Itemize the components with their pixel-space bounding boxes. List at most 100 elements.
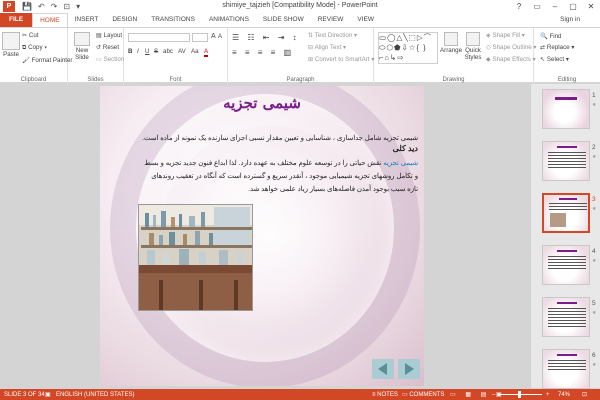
clipboard-group: Paste ✂ Cut ⧉ Copy ▾ 🖌 Format Painter Cl… (0, 28, 73, 84)
text-direction-button[interactable]: ⇅ Text Direction ▾ (308, 32, 357, 39)
select-label: Select (546, 56, 565, 63)
drawing-group: ▭◯△╲⬚▷⌒ ⬭⬡⬟⇩☆{ }⌐⌂↳⇨ Arrange Quick Style… (374, 28, 537, 84)
next-slide-action-button[interactable] (398, 359, 420, 379)
slide-counter: SLIDE 3 OF 34 (4, 391, 45, 398)
underline-button[interactable]: U (145, 48, 149, 55)
font-color-button[interactable]: A (204, 48, 209, 57)
redo-icon[interactable]: ↷ (51, 2, 58, 11)
quick-styles-button[interactable]: Quick Styles (462, 32, 484, 61)
format-painter-button[interactable]: 🖌 Format Painter (22, 56, 73, 64)
ribbon-display-icon[interactable]: ▭ (528, 0, 546, 13)
layout-button[interactable]: ▤ Layout (96, 32, 122, 39)
tab-animations[interactable]: ANIMATIONS (202, 13, 256, 27)
char-spacing-button[interactable]: AV (178, 48, 186, 55)
start-slideshow-icon[interactable]: ⊡ (63, 2, 70, 11)
notes-button[interactable]: ≡ NOTES (372, 392, 398, 398)
tab-slide-show[interactable]: SLIDE SHOW (256, 13, 311, 27)
tab-review[interactable]: REVIEW (311, 13, 351, 27)
laboratory-photo-illustration (139, 205, 252, 310)
slide-title[interactable]: شیمی تجزیه (100, 94, 424, 112)
reset-label: Reset (102, 44, 120, 51)
change-case-button[interactable]: Aa (191, 48, 199, 55)
section-button[interactable]: ▭ Section (96, 56, 124, 63)
transition-star-icon-6: ★ (592, 362, 597, 368)
align-text-button[interactable]: ⊟ Align Text ▾ (308, 44, 346, 51)
new-slide-button[interactable]: New Slide (71, 32, 93, 61)
language-indicator[interactable]: ENGLISH (UNITED STATES) (56, 392, 134, 398)
slide-number-2: 2 (592, 144, 596, 151)
zoom-level[interactable]: 74% (558, 392, 570, 398)
slide-thumbnail-1[interactable] (542, 89, 590, 129)
cut-button[interactable]: ✂ Cut (22, 32, 39, 39)
shrink-font-icon[interactable]: A (218, 34, 222, 40)
zoom-slider-thumb[interactable] (518, 391, 521, 398)
view-buttons[interactable]: ▭ ▦ ▤ ▣ (450, 391, 506, 398)
fit-slide-icon[interactable]: ⊡ (582, 391, 587, 398)
help-icon[interactable]: ? (510, 0, 528, 13)
arrange-label: Arrange (440, 47, 463, 54)
shapes-gallery[interactable]: ▭◯△╲⬚▷⌒ ⬭⬡⬟⇩☆{ }⌐⌂↳⇨ (378, 32, 438, 64)
slide-number-6: 6 (592, 352, 596, 359)
tab-insert[interactable]: INSERT (68, 13, 106, 27)
slides-group: New Slide ▤ Layout ↺ Reset ▭ Section Sli… (68, 28, 124, 84)
align-text-label: Align Text (314, 44, 342, 51)
align-buttons[interactable]: ≡ ≡ ≡ ≡ ▥ (232, 48, 294, 57)
zoom-slider[interactable] (500, 394, 542, 395)
font-name-input[interactable] (128, 33, 190, 42)
title-bar: P 💾 ↶ ↷ ⊡ ▾ shimiye_tajzieh [Compatibili… (0, 0, 600, 13)
replace-button[interactable]: ⇄ Replace ▾ (540, 44, 574, 51)
tab-transitions[interactable]: TRANSITIONS (144, 13, 202, 27)
maximize-icon[interactable]: ▢ (564, 0, 582, 13)
select-button[interactable]: ↖ Select ▾ (540, 56, 569, 63)
tab-home[interactable]: HOME (32, 13, 68, 27)
tab-file[interactable]: FILE (0, 13, 33, 27)
spell-check-icon[interactable]: ▣ (45, 391, 51, 398)
transition-star-icon-1: ★ (592, 102, 597, 108)
bold-button[interactable]: B (128, 48, 132, 55)
zoom-out-icon[interactable]: – (492, 392, 495, 398)
italic-button[interactable]: I (137, 48, 139, 55)
sign-in-link[interactable]: Sign in (560, 16, 580, 23)
undo-icon[interactable]: ↶ (38, 2, 45, 11)
close-icon[interactable]: ✕ (582, 0, 600, 13)
tab-view[interactable]: VIEW (350, 13, 381, 27)
paste-button[interactable]: Paste (2, 32, 20, 58)
slide-thumbnail-2[interactable] (542, 141, 590, 181)
copy-button[interactable]: ⧉ Copy ▾ (22, 44, 47, 52)
slide-thumbnail-6[interactable] (542, 349, 590, 389)
comments-button[interactable]: ▭ COMMENTS (402, 391, 444, 398)
shape-effects-label: Shape Effects (492, 56, 531, 63)
slide-paragraph-2[interactable]: شیمی تجزیه نقش حیاتی را در توسعه علوم مخ… (142, 157, 418, 196)
slide-thumbnail-5[interactable] (542, 297, 590, 337)
find-button[interactable]: 🔍 Find (540, 32, 561, 40)
slide-thumbnail-4[interactable] (542, 245, 590, 285)
previous-slide-action-button[interactable] (372, 359, 394, 379)
reset-button[interactable]: ↺ Reset (96, 44, 119, 51)
editing-group-label: Editing (557, 77, 577, 83)
new-slide-label: New (75, 47, 89, 54)
font-size-input[interactable] (192, 33, 208, 42)
list-buttons[interactable]: ☰ ☷ ⇤ ⇥ ↕ (232, 33, 300, 42)
slide-heading-2[interactable]: دید کلی (142, 144, 418, 153)
save-icon[interactable]: 💾 (22, 2, 32, 11)
shadow-button[interactable]: abc (163, 48, 173, 55)
shape-outline-button[interactable]: ◇ Shape Outline ▾ (486, 44, 537, 51)
slide-canvas[interactable]: شیمی تجزیه شیمی تجزیه شامل جداسازی ، شنا… (100, 86, 424, 386)
tab-design[interactable]: DESIGN (105, 13, 144, 27)
font-group: A A B I U S abc AV Aa A Font (124, 28, 228, 84)
minimize-icon[interactable]: – (546, 0, 564, 13)
arrange-button[interactable]: Arrange (440, 32, 462, 54)
powerpoint-app-icon[interactable]: P (3, 1, 15, 12)
shape-fill-button[interactable]: ◈ Shape Fill ▾ (486, 32, 525, 39)
shape-effects-button[interactable]: ◆ Shape Effects ▾ (486, 56, 536, 63)
zoom-in-icon[interactable]: + (546, 392, 550, 398)
strikethrough-button[interactable]: S (154, 48, 158, 55)
shape-outline-label: Shape Outline (492, 44, 532, 51)
grow-font-icon[interactable]: A (211, 33, 216, 40)
slide-thumbnail-3[interactable] (542, 193, 590, 233)
customize-qat-icon[interactable]: ▾ (76, 2, 80, 11)
cut-label: Cut (28, 32, 39, 39)
slide-paragraph-1[interactable]: شیمی تجزیه شامل جداسازی ، شناسایی و تعیی… (142, 134, 418, 144)
laboratory-photo[interactable] (138, 204, 253, 311)
smartart-button[interactable]: ⊞ Convert to SmartArt ▾ (308, 56, 374, 63)
